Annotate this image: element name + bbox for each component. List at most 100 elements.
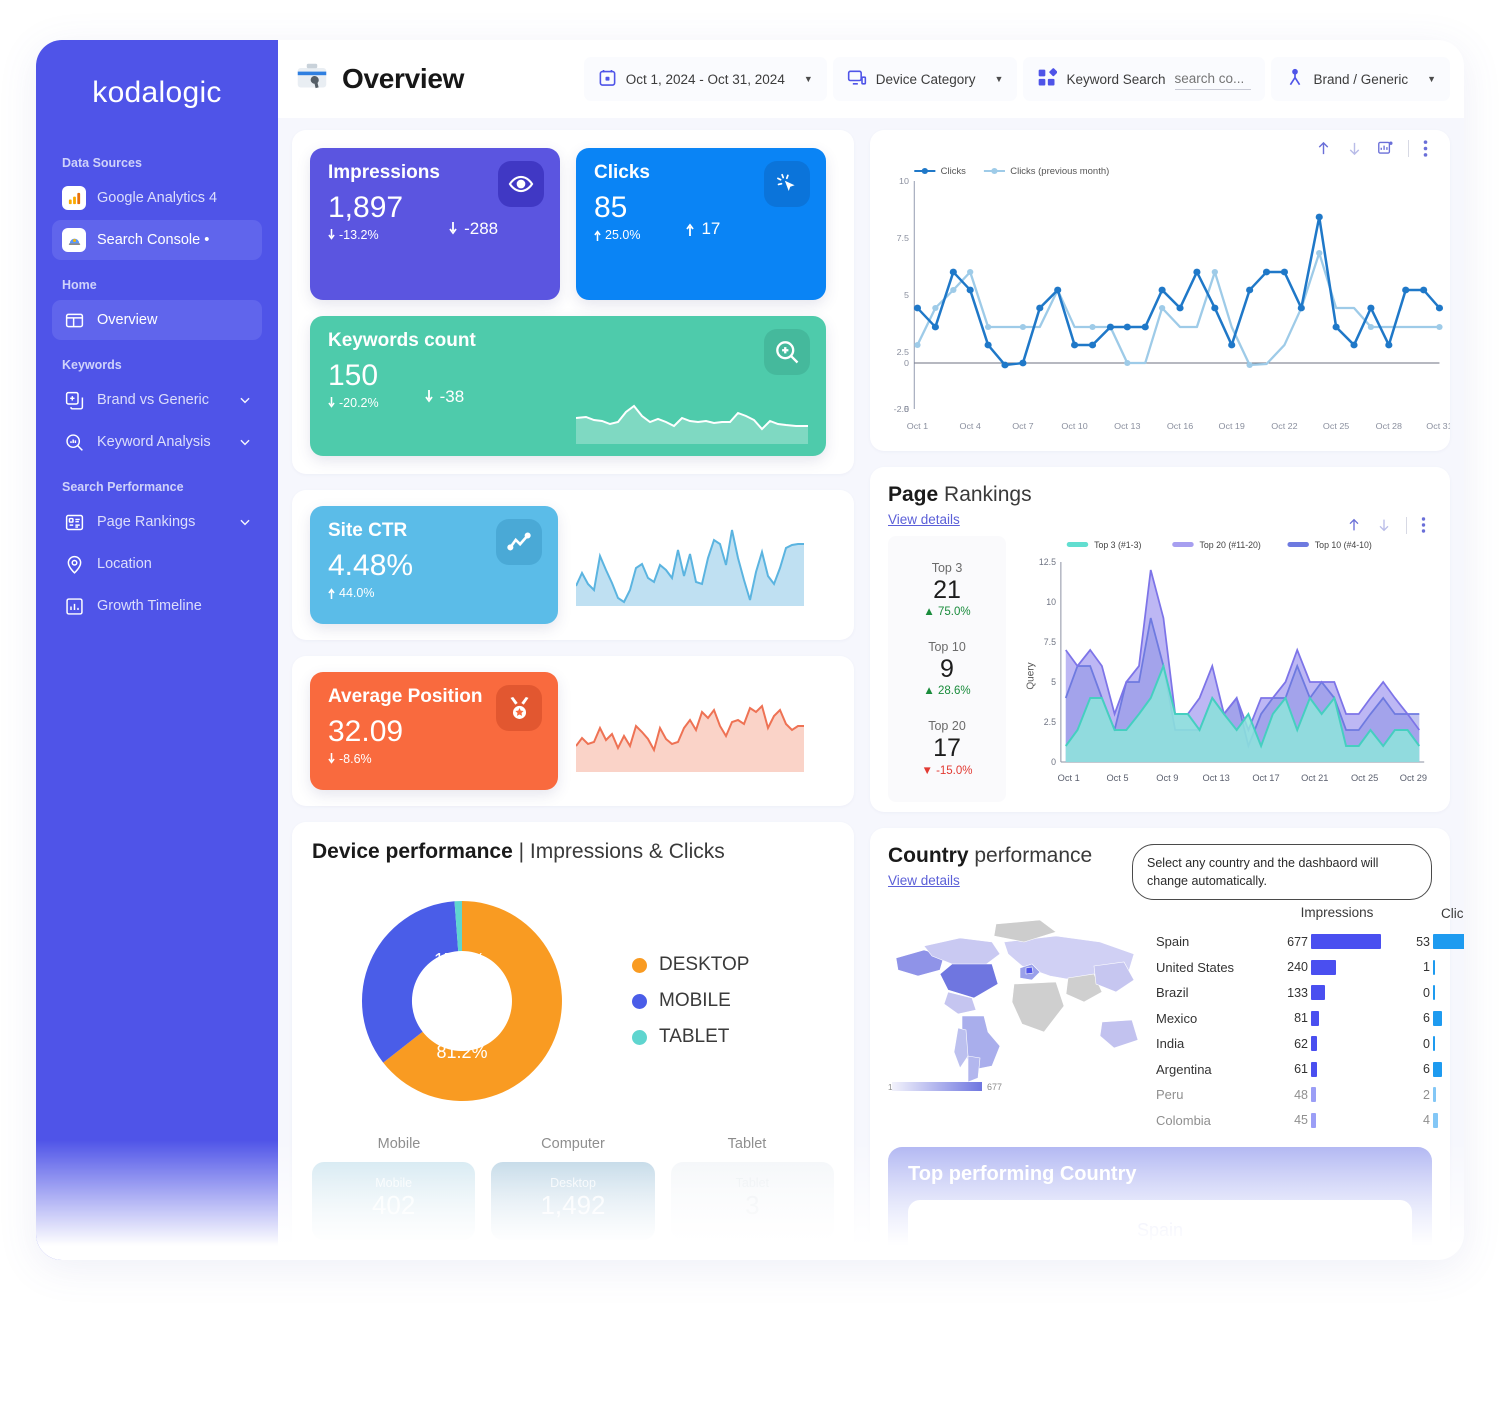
sidebar-heading-data-sources: Data Sources (62, 156, 142, 170)
kpi-delta-absolute: 17 (686, 219, 720, 242)
svg-text:Oct 10: Oct 10 (1061, 421, 1088, 431)
svg-text:Oct 4: Oct 4 (959, 421, 981, 431)
view-details-link-country[interactable]: View details (888, 873, 960, 888)
device-card-mobile[interactable]: Mobile 402 (312, 1162, 476, 1240)
sort-ascending-icon[interactable] (1346, 517, 1362, 533)
chevron-down-icon[interactable]: ▼ (804, 74, 813, 84)
clicks-line-chart: Clicks Clicks (previous month) 10 7.5 5 2.… (894, 166, 1453, 431)
dashboard-content: Impressions 1,897 -13.2% -288 Clicks 85 … (278, 118, 1464, 1260)
clicks-value: 4 (1423, 1113, 1430, 1128)
clicks-bar (1433, 1112, 1438, 1128)
table-row[interactable]: Argentina 61 6 (1156, 1057, 1464, 1083)
table-row[interactable]: Brazil 133 0 (1156, 980, 1464, 1006)
more-options-icon[interactable] (1423, 140, 1428, 157)
sidebar-item-google-analytics-4[interactable]: Google Analytics 4 (52, 178, 262, 218)
kpi-card-keywords-count[interactable]: Keywords count 150 -20.2% -38 (310, 316, 826, 456)
device-card-desktop[interactable]: Desktop 1,492 (491, 1162, 655, 1240)
chevron-down-icon[interactable] (238, 393, 252, 407)
kpi-delta-percent: 44.0% (328, 586, 540, 600)
svg-text:7.5: 7.5 (897, 233, 910, 243)
svg-text:Oct 7: Oct 7 (1012, 421, 1034, 431)
rankings-kpi-value: 21 (933, 575, 961, 604)
clicks-bar (1433, 985, 1435, 1001)
sort-descending-icon[interactable] (1346, 140, 1363, 157)
table-row[interactable]: Mexico 81 6 (1156, 1006, 1464, 1032)
sidebar-item-label: Page Rankings (97, 514, 196, 530)
table-row[interactable]: Peru 48 2 (1156, 1082, 1464, 1108)
table-row[interactable]: Colombia 45 4 (1156, 1108, 1464, 1134)
rankings-kpi-change: ▼ -15.0% (921, 764, 973, 777)
kpi-card-site-ctr[interactable]: Site CTR 4.48% 44.0% (310, 506, 558, 624)
table-row[interactable]: India 62 0 (1156, 1031, 1464, 1057)
device-card-name: Desktop (550, 1176, 596, 1190)
page-title-group: Overview (294, 59, 464, 100)
device-performance-title: Device performance | Impressions & Click… (312, 840, 725, 863)
device-card-name: Mobile (375, 1176, 413, 1190)
kpi-title: Keywords count (328, 330, 476, 351)
sidebar-item-search-console[interactable]: Search Console • (52, 220, 262, 260)
sidebar-item-label: Search Console • (97, 232, 210, 248)
sidebar-item-keyword-analysis[interactable]: Keyword Analysis (52, 422, 262, 462)
country-name: India (1156, 1036, 1185, 1052)
world-map-svg[interactable]: 1 677 (888, 906, 1146, 1096)
chevron-down-icon[interactable] (238, 435, 252, 449)
sidebar-item-brand-vs-generic[interactable]: Brand vs Generic (52, 380, 262, 420)
kpi-card-clicks[interactable]: Clicks 85 25.0% 17 (576, 148, 826, 300)
legend-item-desktop: DESKTOP (632, 954, 749, 976)
view-details-link-rankings[interactable]: View details (888, 512, 960, 527)
page-title: Overview (342, 63, 465, 94)
country-name: Argentina (1156, 1061, 1212, 1077)
impressions-bar (1311, 1087, 1316, 1103)
location-pin-icon (62, 552, 86, 576)
date-range-filter[interactable]: Oct 1, 2024 - Oct 31, 2024 ▼ (583, 57, 827, 101)
device-column-label: Mobile (377, 1136, 421, 1152)
table-row[interactable]: United States 240 1 (1156, 955, 1464, 981)
device-category-filter[interactable]: Device Category ▼ (832, 57, 1018, 101)
impressions-value: 677 (1287, 934, 1308, 949)
clicks-value: 1 (1423, 960, 1430, 975)
column-header-country (1156, 906, 1276, 921)
sort-descending-icon[interactable] (1376, 517, 1392, 533)
more-options-icon[interactable] (1421, 517, 1426, 534)
arrow-down-icon (449, 221, 457, 234)
kpi-card-impressions[interactable]: Impressions 1,897 -13.2% -288 (310, 148, 560, 300)
arrow-down-icon (328, 228, 335, 240)
brand-generic-filter[interactable]: Brand / Generic ▼ (1270, 57, 1450, 101)
sidebar-item-label: Google Analytics 4 (97, 190, 218, 206)
search-input[interactable] (1174, 68, 1251, 90)
sort-ascending-icon[interactable] (1315, 140, 1332, 157)
table-row[interactable]: Spain 677 53 (1156, 929, 1464, 955)
device-legend: DESKTOP MOBILE TABLET (632, 954, 749, 1048)
world-map[interactable]: 1 677 (888, 906, 1146, 1133)
sidebar-item-overview[interactable]: Overview (52, 300, 262, 340)
rankings-kpi-column: Top 3 21 ▲ 75.0% Top 10 9 ▲ 28.6% Top 20 (888, 535, 1006, 802)
svg-text:Oct 31: Oct 31 (1426, 421, 1450, 431)
brand-generic-icon (62, 388, 86, 412)
device-card-tablet[interactable]: Tablet 3 (670, 1162, 834, 1240)
impressions-bar (1311, 1112, 1316, 1128)
chevron-down-icon[interactable]: ▼ (1427, 74, 1436, 84)
page-rankings-title: Page Rankings (888, 482, 1032, 506)
arrow-down-icon (328, 396, 335, 408)
map-legend-max: 677 (987, 1082, 1002, 1092)
svg-text:5: 5 (904, 290, 909, 300)
country-name: Colombia (1156, 1112, 1211, 1128)
impressions-bar (1311, 1010, 1319, 1026)
export-chart-icon[interactable] (1377, 140, 1394, 157)
keyword-search-filter[interactable]: Keyword Search (1023, 57, 1265, 101)
rankings-kpi-top-20: Top 20 17 ▼ -15.0% (888, 708, 1006, 787)
device-card-value: 3 (745, 1190, 760, 1220)
ga4-icon (62, 186, 86, 210)
sidebar-item-page-rankings[interactable]: Page Rankings (52, 502, 262, 542)
chevron-down-icon[interactable] (238, 515, 252, 529)
sidebar-item-location[interactable]: Location (52, 544, 262, 584)
kpi-delta-absolute: -38 (424, 387, 464, 410)
keywords-sparkline (576, 404, 808, 444)
kpi-value: 1,897 (328, 191, 404, 224)
rankings-kpi-label: Top 3 (931, 560, 963, 575)
chevron-down-icon[interactable]: ▼ (995, 74, 1004, 84)
device-category-value: Device Category (875, 71, 976, 87)
kpi-card-average-position[interactable]: Average Position 32.09 -8.6% (310, 672, 558, 790)
sidebar-item-growth-timeline[interactable]: Growth Timeline (52, 586, 262, 626)
svg-text:Clicks: Clicks (941, 166, 967, 176)
